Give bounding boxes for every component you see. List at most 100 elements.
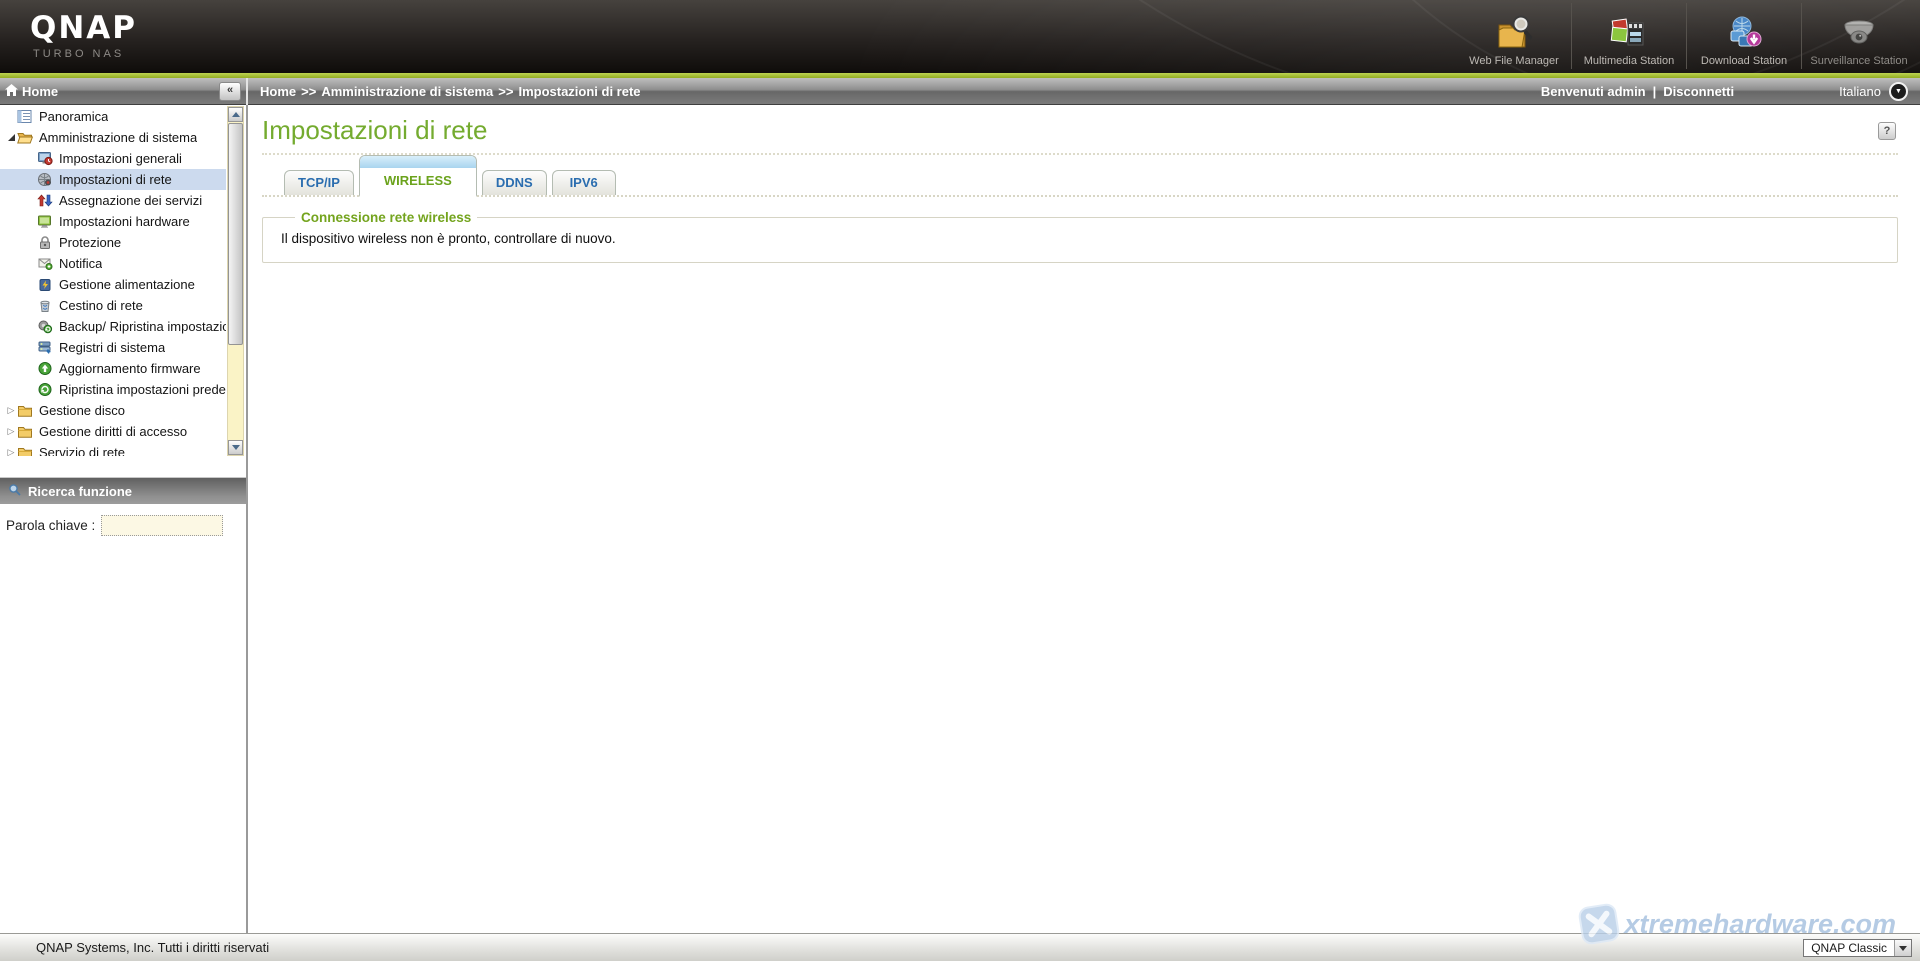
web-file-manager-icon xyxy=(1491,13,1537,53)
tab-tcpip[interactable]: TCP/IP xyxy=(284,170,354,195)
tree-item-impostazioni-generali[interactable]: Impostazioni generali xyxy=(0,148,226,169)
sidebar: Panoramica Amministrazione di sistema Im… xyxy=(0,106,246,933)
folder-closed-icon xyxy=(17,424,34,440)
station-label: Surveillance Station xyxy=(1810,55,1908,67)
tree-item-aggiornamento-firmware[interactable]: Aggiornamento firmware xyxy=(0,358,226,379)
status-bar: QNAP Systems, Inc. Tutti i diritti riser… xyxy=(0,933,1920,961)
tree-item-label: Servizio di rete xyxy=(39,445,125,456)
tree-item-impostazioni-di-rete[interactable]: Impostazioni di rete xyxy=(0,169,226,190)
keyword-label: Parola chiave : xyxy=(6,518,96,533)
firmware-update-icon xyxy=(37,361,54,377)
wireless-status-message: Il dispositivo wireless non è pronto, co… xyxy=(281,231,616,246)
breadcrumb-home[interactable]: Home xyxy=(260,84,296,99)
tree-item-notifica[interactable]: Notifica xyxy=(0,253,226,274)
tree-item-label: Registri di sistema xyxy=(59,340,166,355)
tree-item-label: Impostazioni di rete xyxy=(59,172,172,187)
tree-item-ripristina-predefinite[interactable]: Ripristina impostazioni predefinite xyxy=(0,379,226,400)
tree-item-gestione-diritti-di-accesso[interactable]: Gestione diritti di accesso xyxy=(0,421,226,442)
keyword-input[interactable] xyxy=(101,515,224,536)
tree-item-impostazioni-hardware[interactable]: Impostazioni hardware xyxy=(0,211,226,232)
home-icon xyxy=(5,83,18,99)
language-label: Italiano xyxy=(1839,83,1881,99)
tree-item-cestino-di-rete[interactable]: Cestino di rete xyxy=(0,295,226,316)
theme-select-value: QNAP Classic xyxy=(1811,941,1887,955)
wireless-connection-panel: Connessione rete wireless Il dispositivo… xyxy=(262,210,1898,263)
surveillance-station-shortcut[interactable]: Surveillance Station xyxy=(1801,3,1916,69)
breadcrumb-separator: >> xyxy=(301,83,317,99)
tab-ipv6[interactable]: IPV6 xyxy=(551,170,616,195)
vertical-scroll-thumb[interactable] xyxy=(228,123,243,345)
theme-select[interactable]: QNAP Classic xyxy=(1803,939,1912,957)
tree-item-assegnazione-dei-servizi[interactable]: Assegnazione dei servizi xyxy=(0,190,226,211)
select-dropdown-arrow-icon xyxy=(1894,940,1911,956)
function-search-body: Parola chiave : xyxy=(0,504,246,536)
tree-item-label: Cestino di rete xyxy=(59,298,143,313)
tree-item-label: Amministrazione di sistema xyxy=(39,130,198,145)
tree-item-label: Protezione xyxy=(59,235,122,250)
tree-vertical-scrollbar[interactable] xyxy=(227,106,244,456)
overview-icon xyxy=(17,109,34,125)
tree-item-panoramica[interactable]: Panoramica xyxy=(0,106,226,127)
help-button[interactable]: ? xyxy=(1878,122,1896,140)
logout-link[interactable]: Disconnetti xyxy=(1663,84,1734,99)
download-station-shortcut[interactable]: Download Station xyxy=(1686,3,1801,69)
panel-legend: Connessione rete wireless xyxy=(301,210,472,225)
notification-icon xyxy=(37,256,54,272)
sidebar-header-title: Home xyxy=(22,83,59,99)
multimedia-station-shortcut[interactable]: Multimedia Station xyxy=(1571,3,1686,69)
restore-defaults-icon xyxy=(37,382,54,398)
tree-item-gestione-alimentazione[interactable]: Gestione alimentazione xyxy=(0,274,226,295)
station-label: Web File Manager xyxy=(1469,55,1559,67)
tree-item-servizio-di-rete[interactable]: Servizio di rete xyxy=(0,442,226,456)
folder-open-icon xyxy=(17,130,34,146)
collapsed-arrow-icon[interactable] xyxy=(5,447,17,456)
scroll-up-button[interactable] xyxy=(228,107,243,122)
search-icon xyxy=(8,483,21,499)
folder-closed-icon xyxy=(17,403,34,419)
station-label: Download Station xyxy=(1700,55,1788,67)
system-logs-icon xyxy=(37,340,54,356)
tab-ddns[interactable]: DDNS xyxy=(481,170,547,195)
tree-item-backup-ripristina[interactable]: Backup/ Ripristina impostazioni xyxy=(0,316,226,337)
tree-item-label: Impostazioni hardware xyxy=(59,214,190,229)
collapsed-arrow-icon[interactable] xyxy=(5,426,17,437)
qnap-logo: QNAP xyxy=(30,10,138,46)
tree-item-label: Gestione alimentazione xyxy=(59,277,195,292)
function-search-title: Ricerca funzione xyxy=(28,483,133,499)
tree-item-gestione-disco[interactable]: Gestione disco xyxy=(0,400,226,421)
station-label: Multimedia Station xyxy=(1583,55,1675,67)
tab-wireless-label: WIRELESS xyxy=(383,173,452,188)
network-settings-icon xyxy=(37,172,54,188)
main-content: Impostazioni di rete ? TCP/IP WIRELESS D… xyxy=(248,106,1920,933)
hardware-settings-icon xyxy=(37,214,54,230)
tree-item-label: Notifica xyxy=(59,256,103,271)
function-search-header: Ricerca funzione xyxy=(0,477,246,504)
breadcrumb-bar: Home >> Amministrazione di sistema >> Im… xyxy=(248,78,1920,105)
web-file-manager-shortcut[interactable]: Web File Manager xyxy=(1457,3,1571,69)
copyright-text: QNAP Systems, Inc. Tutti i diritti riser… xyxy=(36,940,270,955)
navigation-tree: Panoramica Amministrazione di sistema Im… xyxy=(0,106,246,456)
tree-item-protezione[interactable]: Protezione xyxy=(0,232,226,253)
tab-bar: TCP/IP WIRELESS DDNS IPV6 xyxy=(262,155,1898,197)
collapsed-arrow-icon[interactable] xyxy=(5,405,17,416)
session-controls: Benvenuti admin | Disconnetti Italiano ▼ xyxy=(1541,81,1908,101)
breadcrumb-system-admin[interactable]: Amministrazione di sistema xyxy=(321,84,493,99)
breadcrumb-separator: >> xyxy=(498,83,514,99)
sidebar-header: Home « xyxy=(0,78,246,105)
tab-wireless[interactable]: WIRELESS xyxy=(358,155,477,197)
tree-item-amministrazione-di-sistema[interactable]: Amministrazione di sistema xyxy=(0,127,226,148)
sidebar-collapse-button[interactable]: « xyxy=(219,81,241,101)
breadcrumb-network-settings[interactable]: Impostazioni di rete xyxy=(518,84,640,99)
power-management-icon xyxy=(37,277,54,293)
tree-item-label: Backup/ Ripristina impostazioni xyxy=(59,319,226,334)
tree-item-label: Ripristina impostazioni predefinite xyxy=(59,382,226,397)
scroll-down-button[interactable] xyxy=(228,440,243,455)
expanded-arrow-icon[interactable] xyxy=(5,134,17,141)
security-lock-icon xyxy=(37,235,54,251)
language-dropdown-icon[interactable]: ▼ xyxy=(1889,81,1908,101)
multimedia-station-icon xyxy=(1606,13,1652,53)
station-shortcuts: Web File Manager Multimedia Station Down… xyxy=(1457,3,1916,69)
page-title: Impostazioni di rete xyxy=(262,115,488,145)
pipe-divider: | xyxy=(1652,83,1657,99)
tree-item-registri-di-sistema[interactable]: Registri di sistema xyxy=(0,337,226,358)
